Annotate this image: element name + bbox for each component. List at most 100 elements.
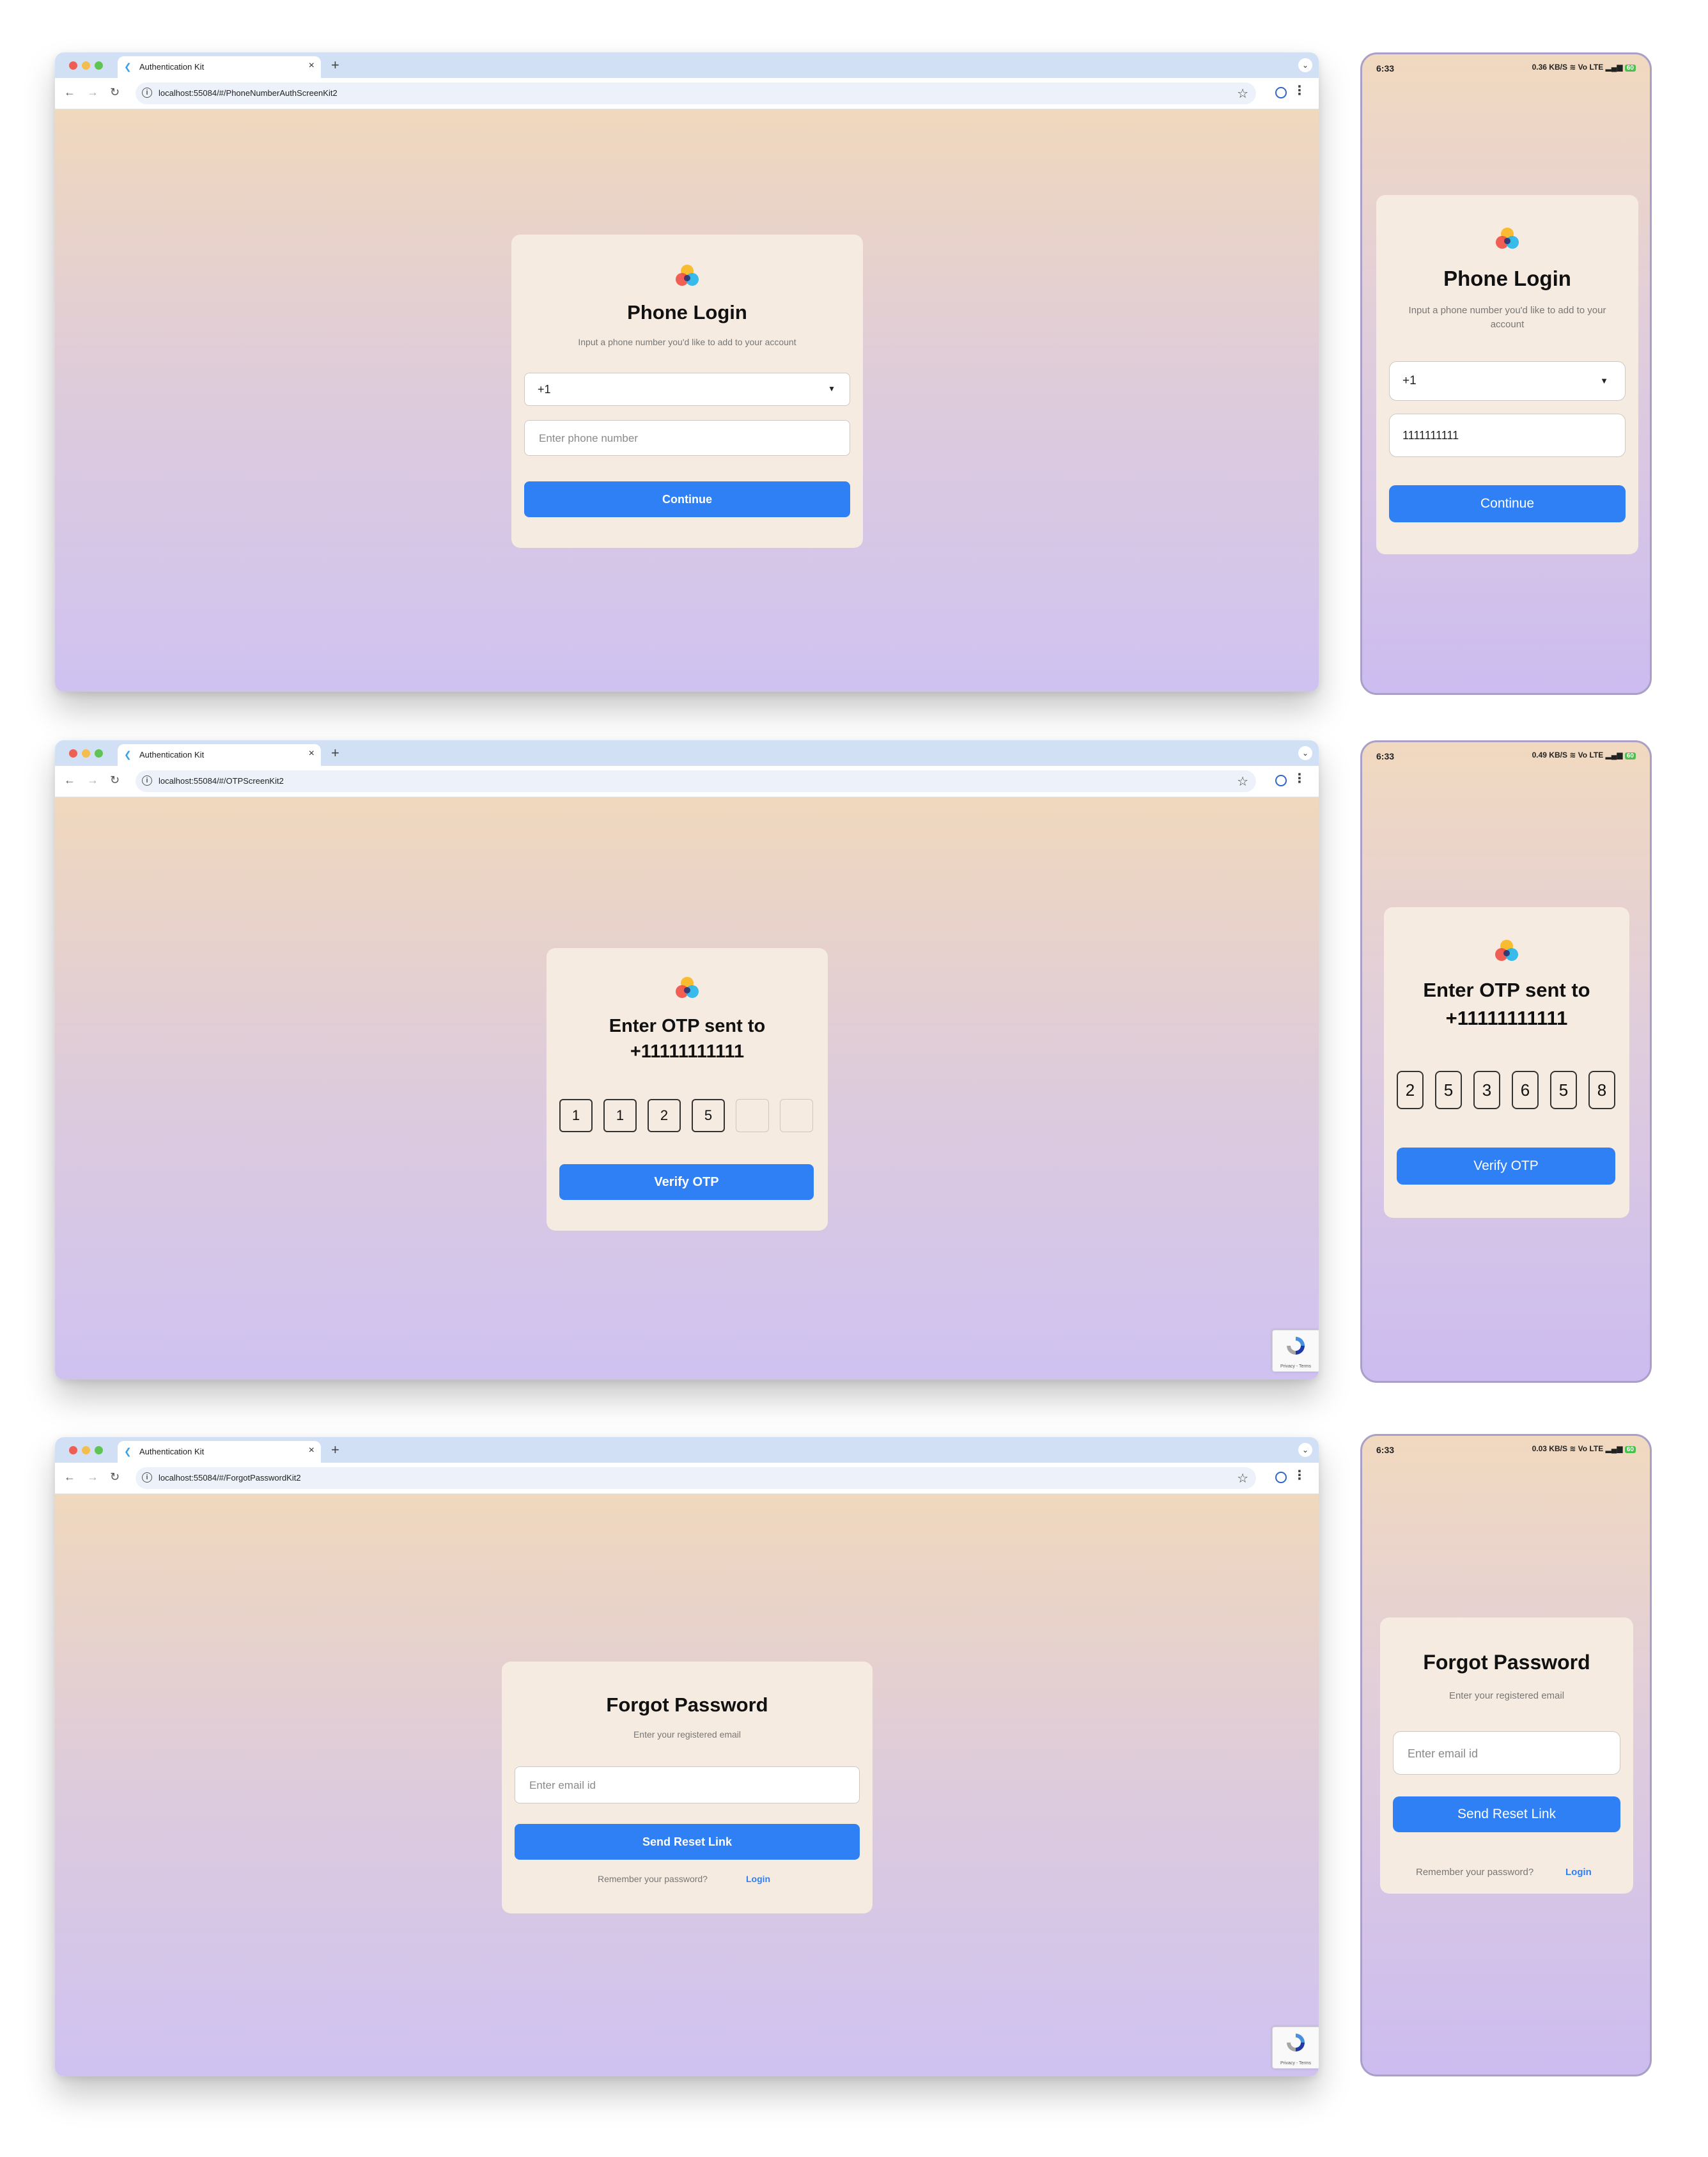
otp-digit-5[interactable]: 5 (1550, 1071, 1577, 1109)
minimize-window-button[interactable] (82, 749, 90, 758)
minimize-window-button[interactable] (82, 61, 90, 70)
status-time: 6:33 (1376, 751, 1395, 761)
recaptcha-badge[interactable]: Privacy - Terms (1272, 1330, 1319, 1372)
login-link[interactable]: Login (1565, 1867, 1592, 1878)
country-code-dropdown[interactable]: +1 ▼ (1389, 361, 1626, 401)
tab-bar: ❮ Authentication Kit × + ⌄ (55, 1437, 1319, 1463)
bookmark-star-icon[interactable]: ☆ (1237, 1470, 1248, 1486)
network-status: 0.49 KB/S ≋ Vo LTE ▂▄▆ (1532, 751, 1623, 759)
reload-icon[interactable]: ↻ (110, 1470, 120, 1484)
tab-authentication-kit[interactable]: ❮ Authentication Kit × (118, 56, 321, 78)
close-window-button[interactable] (69, 61, 77, 70)
tab-title: Authentication Kit (139, 62, 205, 72)
forward-arrow-icon[interactable]: → (87, 774, 98, 787)
reload-icon[interactable]: ↻ (110, 86, 120, 99)
otp-digit-1[interactable]: 1 (559, 1099, 593, 1132)
info-icon[interactable]: i (142, 775, 152, 786)
back-arrow-icon[interactable]: ← (64, 1470, 75, 1484)
page-title: Phone Login (1443, 267, 1571, 290)
tab-close-icon[interactable]: × (309, 1445, 314, 1456)
page-viewport: Enter OTP sent to +11111111111 1 1 2 5 V… (55, 797, 1319, 1380)
recaptcha-terms[interactable]: Privacy - Terms (1273, 1364, 1319, 1369)
maximize-window-button[interactable] (95, 1446, 103, 1454)
profile-icon[interactable] (1275, 87, 1287, 98)
url-text: localhost:55084/#/OTPScreenKit2 (159, 776, 284, 786)
otp-title-line1: Enter OTP sent to (1423, 979, 1590, 1001)
otp-digit-3[interactable]: 2 (648, 1099, 681, 1132)
tab-search-button[interactable]: ⌄ (1298, 1443, 1312, 1457)
page-title: Forgot Password (1423, 1651, 1590, 1674)
send-reset-link-button[interactable]: Send Reset Link (1393, 1796, 1620, 1832)
phone-frame-phone-login: 6:33 0.36 KB/S ≋ Vo LTE ▂▄▆ 60 Phone Log… (1360, 52, 1652, 695)
minimize-window-button[interactable] (82, 1446, 90, 1454)
url-text: localhost:55084/#/ForgotPasswordKit2 (159, 1473, 301, 1483)
tab-search-button[interactable]: ⌄ (1298, 58, 1312, 72)
maximize-window-button[interactable] (95, 61, 103, 70)
info-icon[interactable]: i (142, 1472, 152, 1483)
page-subtitle-line2: account (1490, 319, 1525, 330)
address-bar: ← → ↻ i localhost:55084/#/ForgotPassword… (55, 1463, 1319, 1494)
status-icons: 0.49 KB/S ≋ Vo LTE ▂▄▆ 60 (1532, 751, 1636, 759)
forward-arrow-icon[interactable]: → (87, 86, 98, 99)
close-window-button[interactable] (69, 749, 77, 758)
country-code-value: +1 (538, 383, 551, 396)
more-menu-icon[interactable]: ⋮ (1293, 1469, 1306, 1482)
otp-digit-2[interactable]: 1 (603, 1099, 637, 1132)
tab-close-icon[interactable]: × (309, 748, 314, 759)
url-field[interactable]: i localhost:55084/#/PhoneNumberAuthScree… (136, 82, 1256, 104)
page-subtitle: Input a phone number you'd like to add t… (578, 337, 796, 347)
page-title: Forgot Password (606, 1694, 768, 1716)
recaptcha-badge[interactable]: Privacy - Terms (1272, 2027, 1319, 2069)
info-icon[interactable]: i (142, 88, 152, 98)
browser-window-forgot-password: ❮ Authentication Kit × + ⌄ ← → ↻ i local… (55, 1437, 1319, 2076)
more-menu-icon[interactable]: ⋮ (1293, 772, 1306, 785)
profile-icon[interactable] (1275, 1472, 1287, 1483)
url-field[interactable]: i localhost:55084/#/ForgotPasswordKit2 ☆ (136, 1467, 1256, 1489)
tab-authentication-kit[interactable]: ❮ Authentication Kit × (118, 1441, 321, 1463)
verify-otp-button[interactable]: Verify OTP (1397, 1148, 1615, 1185)
profile-icon[interactable] (1275, 775, 1287, 786)
otp-digit-1[interactable]: 2 (1397, 1071, 1424, 1109)
close-window-button[interactable] (69, 1446, 77, 1454)
login-link[interactable]: Login (746, 1874, 770, 1884)
bookmark-star-icon[interactable]: ☆ (1237, 774, 1248, 790)
send-reset-link-button[interactable]: Send Reset Link (515, 1824, 860, 1860)
otp-digit-6[interactable] (780, 1099, 813, 1132)
otp-digit-3[interactable]: 3 (1473, 1071, 1500, 1109)
email-input[interactable]: Enter email id (515, 1766, 860, 1803)
page-viewport: Phone Login Input a phone number you'd l… (55, 109, 1319, 692)
dropdown-arrow-icon: ▼ (1600, 376, 1608, 385)
recaptcha-terms[interactable]: Privacy - Terms (1273, 2061, 1319, 2066)
continue-button[interactable]: Continue (1389, 485, 1626, 522)
forward-arrow-icon[interactable]: → (87, 1470, 98, 1484)
back-arrow-icon[interactable]: ← (64, 86, 75, 99)
otp-digit-4[interactable]: 6 (1512, 1071, 1539, 1109)
phone-login-card: Phone Login Input a phone number you'd l… (1376, 195, 1638, 554)
tab-authentication-kit[interactable]: ❮ Authentication Kit × (118, 744, 321, 766)
status-time: 6:33 (1376, 63, 1395, 74)
new-tab-button[interactable]: + (331, 57, 339, 74)
tab-search-button[interactable]: ⌄ (1298, 746, 1312, 760)
tab-title: Authentication Kit (139, 750, 205, 759)
more-menu-icon[interactable]: ⋮ (1293, 84, 1306, 97)
page-subtitle: Enter your registered email (633, 1729, 741, 1740)
email-input[interactable]: Enter email id (1393, 1731, 1620, 1775)
new-tab-button[interactable]: + (331, 745, 339, 761)
maximize-window-button[interactable] (95, 749, 103, 758)
back-arrow-icon[interactable]: ← (64, 774, 75, 787)
browser-window-otp: ❮ Authentication Kit × + ⌄ ← → ↻ i local… (55, 740, 1319, 1380)
otp-digit-2[interactable]: 5 (1435, 1071, 1462, 1109)
country-code-dropdown[interactable]: +1 ▼ (524, 373, 850, 406)
otp-digit-4[interactable]: 5 (692, 1099, 725, 1132)
url-field[interactable]: i localhost:55084/#/OTPScreenKit2 ☆ (136, 770, 1256, 792)
verify-otp-button[interactable]: Verify OTP (559, 1164, 814, 1200)
reload-icon[interactable]: ↻ (110, 774, 120, 787)
otp-digit-6[interactable]: 8 (1588, 1071, 1615, 1109)
phone-number-input[interactable]: 1111111111 (1389, 414, 1626, 457)
bookmark-star-icon[interactable]: ☆ (1237, 86, 1248, 102)
continue-button[interactable]: Continue (524, 481, 850, 517)
phone-number-input[interactable]: Enter phone number (524, 420, 850, 456)
otp-digit-5[interactable] (736, 1099, 769, 1132)
new-tab-button[interactable]: + (331, 1442, 339, 1458)
tab-close-icon[interactable]: × (309, 60, 314, 72)
